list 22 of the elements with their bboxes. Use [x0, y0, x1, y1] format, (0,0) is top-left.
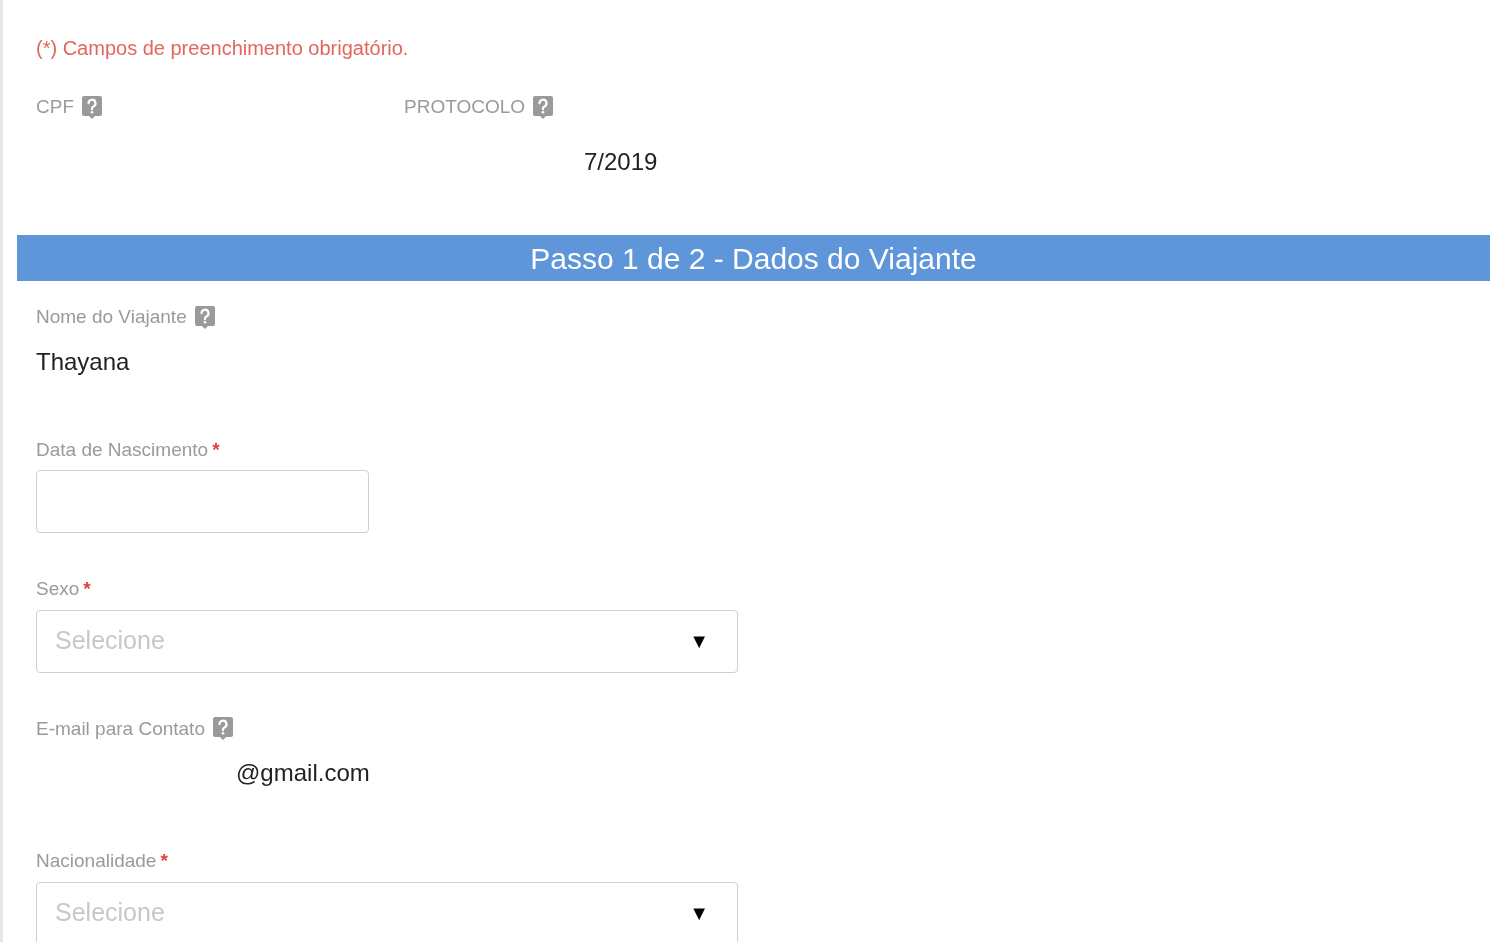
field-label: Nome do Viajante: [36, 305, 187, 329]
field-label: Data de Nascimento: [36, 437, 209, 462]
help-icon[interactable]: [212, 717, 233, 741]
field-value: @gmail.com: [236, 759, 370, 786]
dropdown-caret: ▼: [689, 629, 709, 654]
date-input-field[interactable]: [36, 470, 369, 533]
dropdown-caret: ▼: [689, 901, 709, 926]
required-asterisk: *: [160, 849, 168, 873]
field-label: Nacionalidade: [36, 849, 157, 873]
help-icon[interactable]: [194, 305, 215, 329]
required-asterisk: *: [212, 437, 220, 462]
field-label: PROTOCOLO: [404, 95, 526, 119]
protocol-value: 7/2019: [584, 147, 658, 175]
help-icon[interactable]: [82, 95, 102, 119]
required-fields-note: (*) Campos de preenchimento obrigatório.: [36, 36, 410, 61]
field-label: E-mail para Contato: [36, 716, 205, 741]
field-value: Thayana: [36, 347, 130, 375]
field-label: CPF: [36, 95, 74, 119]
field-label: Sexo: [36, 577, 80, 601]
help-icon[interactable]: [533, 95, 554, 119]
required-asterisk: *: [83, 577, 91, 601]
step-banner: Passo 1 de 2 - Dados do Viajante: [17, 235, 1490, 281]
